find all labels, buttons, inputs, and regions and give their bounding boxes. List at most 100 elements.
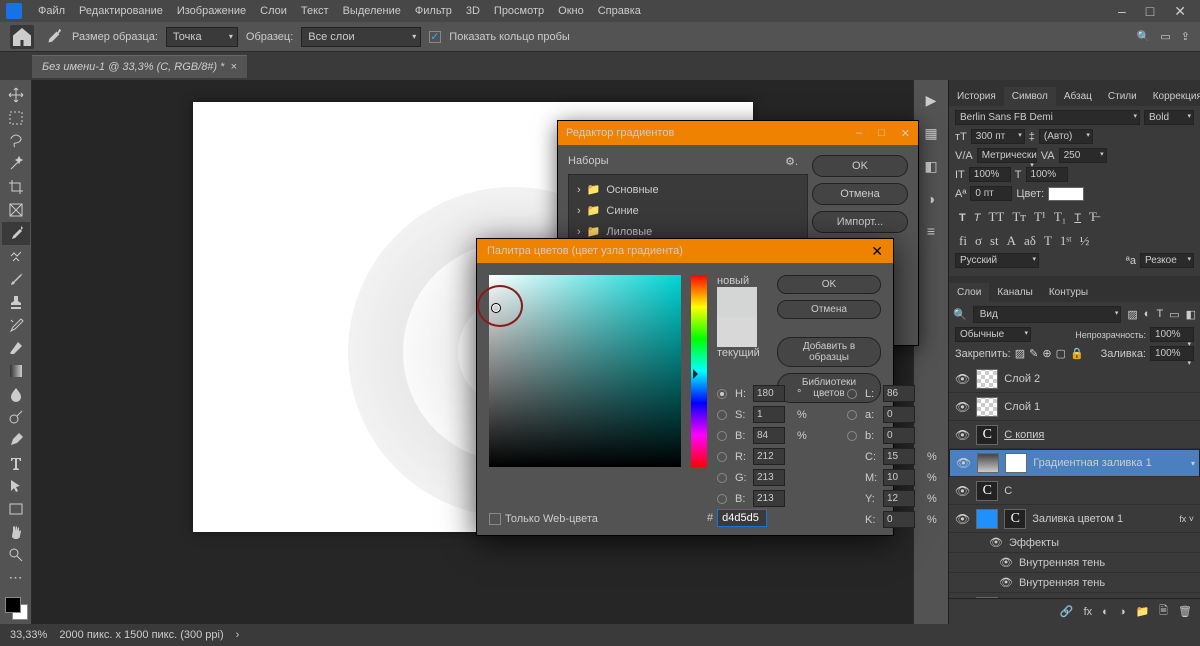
preset-folder[interactable]: ›📁Синие xyxy=(573,200,803,221)
tab-correction[interactable]: Коррекция xyxy=(1145,87,1200,106)
hscale-input[interactable]: 100% xyxy=(1026,167,1068,182)
edit-toolbar[interactable]: ⋯ xyxy=(2,566,30,589)
menu-layers[interactable]: Слои xyxy=(254,3,293,19)
subscript[interactable]: T₁ xyxy=(1054,209,1066,225)
healing-tool[interactable] xyxy=(2,245,30,268)
color-icon[interactable]: ◧ xyxy=(924,158,937,175)
path-select-tool[interactable] xyxy=(2,474,30,497)
strike[interactable]: T̶ xyxy=(1089,209,1097,225)
faux-italic[interactable]: T xyxy=(974,209,981,225)
eraser-tool[interactable] xyxy=(2,337,30,360)
font-weight-select[interactable]: Bold xyxy=(1144,110,1194,125)
h-input[interactable] xyxy=(753,385,785,402)
vscale-input[interactable]: 100% xyxy=(969,167,1011,182)
layer-filter-select[interactable]: Вид xyxy=(973,306,1122,323)
y-input[interactable] xyxy=(883,490,915,507)
kerning-select[interactable]: Метрически xyxy=(977,148,1037,163)
frame-tool[interactable] xyxy=(2,199,30,222)
fill-input[interactable]: 100% xyxy=(1150,346,1194,361)
history-brush-tool[interactable] xyxy=(2,314,30,337)
libraries-icon[interactable]: ≡ xyxy=(927,223,935,239)
b-radio[interactable] xyxy=(717,431,727,441)
tab-styles[interactable]: Стили xyxy=(1100,87,1145,106)
hand-tool[interactable] xyxy=(2,520,30,543)
menu-select[interactable]: Выделение xyxy=(337,3,407,19)
underline[interactable]: T xyxy=(1074,209,1081,225)
g-radio[interactable] xyxy=(717,473,727,483)
l-radio[interactable] xyxy=(847,389,857,399)
current-color-swatch[interactable] xyxy=(717,317,757,347)
r-input[interactable] xyxy=(753,448,785,465)
allcaps[interactable]: TT xyxy=(988,209,1004,225)
r-radio[interactable] xyxy=(717,452,727,462)
shape-tool[interactable] xyxy=(2,497,30,520)
home-button[interactable] xyxy=(10,25,34,49)
layer-item-selected[interactable]: 👁Градиентная заливка 1 xyxy=(949,449,1200,477)
b2-input[interactable] xyxy=(883,427,915,444)
layer-item[interactable]: 👁Слой 1 xyxy=(949,393,1200,421)
layer-item[interactable]: 👁Слой 2 xyxy=(949,365,1200,393)
br-input[interactable] xyxy=(753,427,785,444)
type-tool[interactable] xyxy=(2,452,30,475)
a-radio[interactable] xyxy=(847,410,857,420)
b3-input[interactable] xyxy=(753,490,785,507)
adjustment-icon[interactable]: ◑ xyxy=(1119,606,1126,618)
menu-window[interactable]: Окно xyxy=(552,3,590,19)
h-radio[interactable] xyxy=(717,389,727,399)
saturation-brightness-field[interactable] xyxy=(489,275,681,467)
link-icon[interactable]: 🔗 xyxy=(1060,605,1074,618)
gradient-editor-titlebar[interactable]: Редактор градиентов –□✕ xyxy=(558,121,918,145)
blur-tool[interactable] xyxy=(2,383,30,406)
stamp-tool[interactable] xyxy=(2,291,30,314)
text-color-swatch[interactable] xyxy=(1048,187,1084,201)
layer-item[interactable]: 👁CЗаливка цветом 1fx ˅ xyxy=(949,505,1200,533)
delete-icon[interactable]: 🗑 xyxy=(1178,605,1192,618)
share-icon[interactable]: ⇪ xyxy=(1181,30,1190,43)
crop-tool[interactable] xyxy=(2,176,30,199)
hex-input[interactable] xyxy=(717,509,767,527)
mask-icon[interactable]: ◐ xyxy=(1102,606,1109,618)
adjustments-icon[interactable]: ◑ xyxy=(927,191,935,207)
menu-filter[interactable]: Фильтр xyxy=(409,3,458,19)
new-layer-icon[interactable]: 🗎 xyxy=(1159,602,1168,621)
eyedropper-tool[interactable] xyxy=(2,222,30,245)
layer-item[interactable]: 👁CC xyxy=(949,477,1200,505)
minimize-icon[interactable]: – xyxy=(1114,3,1130,20)
s-input[interactable] xyxy=(753,406,785,423)
fx-icon[interactable]: fx xyxy=(1084,606,1093,618)
tab-paths[interactable]: Контуры xyxy=(1041,283,1096,302)
swatches-icon[interactable]: ▦ xyxy=(924,125,937,142)
menu-view[interactable]: Просмотр xyxy=(488,3,550,19)
b3-radio[interactable] xyxy=(717,494,727,504)
tab-channels[interactable]: Каналы xyxy=(989,283,1041,302)
close-icon[interactable]: ✕ xyxy=(1170,3,1190,20)
brush-tool[interactable] xyxy=(2,268,30,291)
font-family-select[interactable]: Berlin Sans FB Demi xyxy=(955,110,1140,125)
layer-effects[interactable]: 👁Эффекты xyxy=(949,533,1200,553)
sample-layers-select[interactable]: Все слои xyxy=(301,27,421,47)
frame-icon[interactable]: ▭ xyxy=(1160,30,1170,43)
tab-history[interactable]: История xyxy=(949,87,1004,106)
dodge-tool[interactable] xyxy=(2,406,30,429)
tab-close-icon[interactable]: × xyxy=(230,61,236,73)
tab-symbol[interactable]: Символ xyxy=(1004,87,1056,106)
baseline-input[interactable]: 0 пт xyxy=(970,186,1012,201)
ok-button[interactable]: OK xyxy=(812,155,908,177)
gear-icon[interactable]: ⚙. xyxy=(785,155,798,168)
marquee-tool[interactable] xyxy=(2,107,30,130)
move-tool[interactable] xyxy=(2,84,30,107)
menu-3d[interactable]: 3D xyxy=(460,3,486,19)
l-input[interactable] xyxy=(883,385,915,402)
search-icon[interactable]: 🔍 xyxy=(1137,30,1151,43)
b2-radio[interactable] xyxy=(847,431,857,441)
menu-image[interactable]: Изображение xyxy=(171,3,252,19)
k-input[interactable] xyxy=(883,511,915,528)
menu-file[interactable]: Файл xyxy=(32,3,71,19)
zoom-tool[interactable] xyxy=(2,543,30,566)
m-input[interactable] xyxy=(883,469,915,486)
add-swatch-button[interactable]: Добавить в образцы xyxy=(777,337,881,367)
visibility-icon[interactable]: 👁 xyxy=(955,372,970,386)
layer-effect-item[interactable]: 👁Внутренняя тень xyxy=(949,553,1200,573)
a-input[interactable] xyxy=(883,406,915,423)
lasso-tool[interactable] xyxy=(2,130,30,153)
